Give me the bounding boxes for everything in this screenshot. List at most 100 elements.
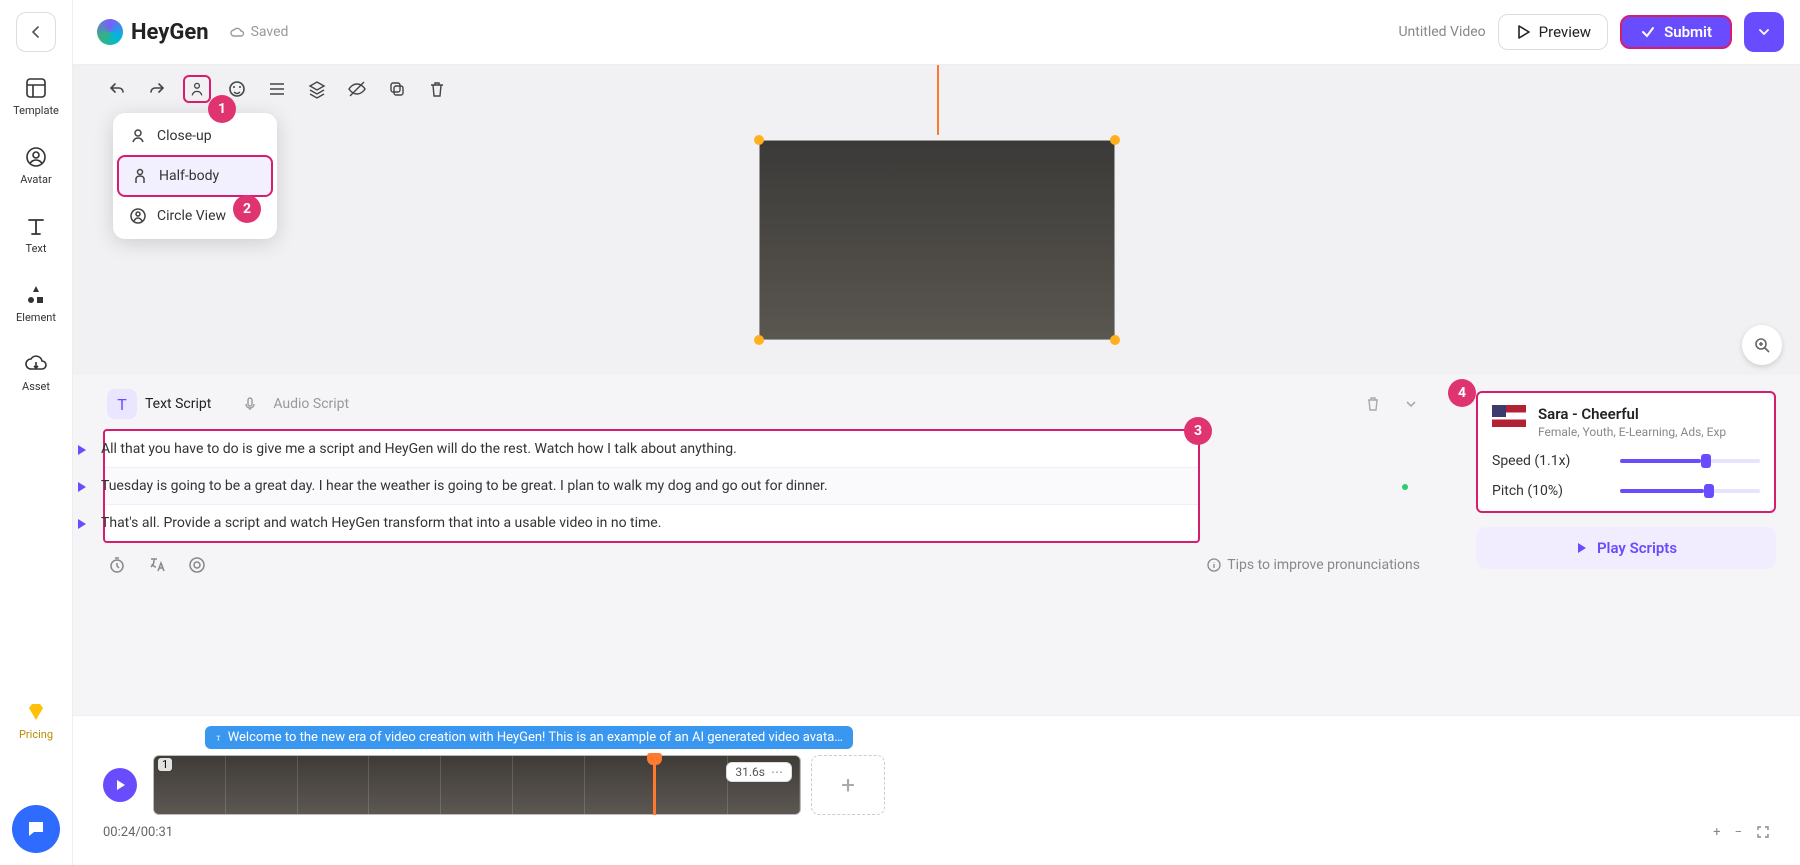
script-line[interactable]: Tuesday is going to be a great day. I he…	[105, 468, 1198, 505]
diamond-icon	[24, 700, 48, 724]
tab-label: Audio Script	[273, 396, 349, 412]
speed-slider[interactable]	[1620, 459, 1760, 463]
redo-button[interactable]	[143, 75, 171, 103]
preview-label: Preview	[1539, 23, 1591, 41]
avatar-icon	[24, 145, 48, 169]
clip-duration[interactable]: 31.6s ⋯	[726, 762, 792, 782]
logo: HeyGen	[97, 19, 209, 45]
zoom-icon	[1753, 336, 1771, 354]
script-collapse-button[interactable]	[1402, 395, 1420, 413]
check-icon	[1640, 24, 1656, 40]
tab-text-script[interactable]: T Text Script	[107, 389, 211, 419]
zoom-button[interactable]	[1742, 325, 1782, 365]
add-clip-button[interactable]: +	[811, 755, 885, 815]
annotation-marker-3: 3	[1184, 417, 1212, 445]
video-canvas[interactable]	[759, 140, 1115, 340]
video-title[interactable]: Untitled Video	[1398, 24, 1485, 40]
saved-label: Saved	[251, 24, 289, 40]
align-button[interactable]	[263, 75, 291, 103]
view-option-closeup[interactable]: Close-up	[117, 117, 273, 155]
timer-button[interactable]	[107, 555, 127, 575]
cloud-icon	[229, 24, 245, 40]
timeline-caption[interactable]: Welcome to the new era of video creation…	[205, 726, 853, 749]
script-line[interactable]: All that you have to do is give me a scr…	[105, 431, 1198, 468]
play-line-icon[interactable]	[75, 517, 89, 531]
zoom-fit-button[interactable]	[1756, 825, 1770, 840]
view-option-halfbody[interactable]: Half-body	[117, 155, 273, 197]
script-delete-button[interactable]	[1364, 395, 1382, 413]
annotation-marker-4: 4	[1448, 379, 1476, 407]
text-icon	[24, 214, 48, 238]
submit-dropdown[interactable]	[1744, 12, 1784, 52]
pitch-label: Pitch (10%)	[1492, 483, 1563, 499]
undo-button[interactable]	[103, 75, 131, 103]
script-text: That's all. Provide a script and watch H…	[101, 515, 661, 531]
flag-us-icon	[1492, 405, 1526, 427]
script-text: All that you have to do is give me a scr…	[101, 441, 737, 457]
halfbody-icon	[131, 167, 149, 185]
chat-help-button[interactable]	[12, 805, 60, 853]
script-line[interactable]: That's all. Provide a script and watch H…	[105, 505, 1198, 541]
clip-number: 1	[158, 758, 172, 771]
video-clip[interactable]: 1 31.6s ⋯	[153, 755, 801, 815]
speed-label: Speed (1.1x)	[1492, 453, 1570, 469]
sidebar-label: Text	[26, 242, 47, 255]
play-line-icon[interactable]	[75, 480, 89, 494]
sidebar-template[interactable]: Template	[12, 72, 60, 121]
sidebar-label: Asset	[22, 380, 50, 393]
voice-name: Sara - Cheerful	[1538, 405, 1726, 423]
sidebar-label: Element	[16, 311, 56, 324]
circleview-icon	[129, 207, 147, 225]
play-line-icon[interactable]	[75, 443, 89, 457]
play-icon	[1515, 24, 1531, 40]
back-button[interactable]	[16, 12, 56, 52]
sidebar-label: Avatar	[20, 173, 51, 186]
more-icon[interactable]: ⋯	[771, 765, 783, 779]
resize-handle[interactable]	[754, 335, 764, 345]
timeline-playhead[interactable]	[653, 755, 656, 815]
zoom-in-button[interactable]: +	[1713, 825, 1720, 840]
ai-button[interactable]	[187, 555, 207, 575]
sidebar-text[interactable]: Text	[12, 210, 60, 259]
brand-name: HeyGen	[131, 20, 209, 45]
tab-label: Text Script	[145, 396, 211, 412]
visibility-button[interactable]	[343, 75, 371, 103]
tip-label: Tips to improve pronunciations	[1227, 557, 1420, 573]
tab-audio-script[interactable]: Audio Script	[235, 389, 349, 419]
sidebar-element[interactable]: Element	[12, 279, 60, 328]
closeup-icon	[129, 127, 147, 145]
element-icon	[24, 283, 48, 307]
sidebar-pricing[interactable]: Pricing	[12, 696, 60, 745]
info-icon	[1207, 558, 1221, 572]
play-scripts-button[interactable]: Play Scripts	[1476, 527, 1776, 569]
timeline-play-button[interactable]	[103, 768, 137, 802]
chat-icon	[25, 818, 47, 840]
pitch-slider[interactable]	[1620, 489, 1760, 493]
copy-button[interactable]	[383, 75, 411, 103]
sidebar-asset[interactable]: Asset	[12, 348, 60, 397]
timeline-time: 00:24/00:31	[103, 825, 173, 840]
voice-meta: Female, Youth, E-Learning, Ads, Exp	[1538, 425, 1726, 439]
layers-button[interactable]	[303, 75, 331, 103]
voice-settings-card: 4 Sara - Cheerful Female, Youth, E-Learn…	[1476, 391, 1776, 513]
sidebar-label: Pricing	[19, 728, 53, 741]
sidebar-label: Template	[13, 104, 59, 117]
preview-button[interactable]: Preview	[1498, 14, 1608, 50]
delete-button[interactable]	[423, 75, 451, 103]
caption-text: Welcome to the new era of video creation…	[228, 730, 843, 745]
pronunciation-tip[interactable]: Tips to improve pronunciations	[1207, 557, 1420, 573]
translate-button[interactable]	[147, 555, 167, 575]
script-text: Tuesday is going to be a great day. I he…	[101, 478, 828, 494]
template-icon	[24, 76, 48, 100]
submit-button[interactable]: Submit	[1620, 15, 1732, 49]
text-script-icon: T	[107, 389, 137, 419]
view-option-label: Half-body	[159, 168, 219, 184]
avatar-view-button[interactable]	[183, 75, 211, 103]
chevron-down-icon	[1757, 25, 1771, 39]
submit-label: Submit	[1664, 23, 1712, 41]
sidebar-avatar[interactable]: Avatar	[12, 141, 60, 190]
script-editor[interactable]: 3 All that you have to do is give me a s…	[103, 429, 1200, 543]
resize-handle[interactable]	[1110, 135, 1120, 145]
zoom-out-button[interactable]: −	[1735, 825, 1742, 840]
logo-mark-icon	[97, 19, 123, 45]
